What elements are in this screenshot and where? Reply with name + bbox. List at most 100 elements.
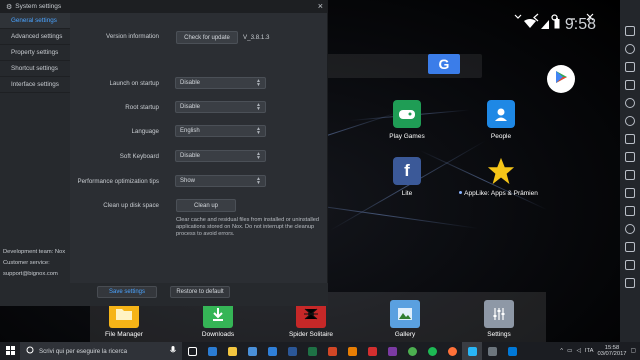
check-update-button[interactable]: Check for update [176, 31, 238, 44]
android-status-indicators: 9:58 [523, 16, 596, 34]
app-applike[interactable]: AppLike: Apps & Prämien [456, 157, 546, 197]
tray-chevron-icon[interactable]: ^ [560, 348, 563, 354]
fullscreen-icon[interactable] [625, 26, 635, 36]
system-settings-dialog: ⚙ System settings × General settings Adv… [0, 0, 328, 306]
powerpoint-icon[interactable] [322, 342, 342, 360]
vpn-icon[interactable] [482, 342, 502, 360]
nox-icon[interactable] [462, 342, 482, 360]
taskbar-search-box[interactable]: Scrivi qui per eseguire la ricerca [20, 342, 182, 360]
version-label: Version information [106, 33, 159, 40]
dock-label: File Manager [105, 331, 143, 338]
development-team: Development team: Nox [3, 249, 66, 255]
tab-general-settings[interactable]: General settings [0, 13, 70, 29]
save-settings-button[interactable]: Save settings [97, 286, 157, 298]
edge-browser-icon[interactable] [202, 342, 222, 360]
chevron-down-icon[interactable] [512, 11, 524, 23]
cleanup-label: Clean up disk space [103, 202, 159, 209]
volume-down-icon[interactable] [625, 116, 635, 126]
search-placeholder: Scrivi qui per eseguire la ricerca [39, 347, 128, 355]
app-label: People [490, 133, 512, 140]
language-select[interactable]: English ▲ ▼ [175, 125, 266, 137]
performance-tips-select[interactable]: Show ▲ ▼ [175, 175, 266, 187]
pdf-icon[interactable] [362, 342, 382, 360]
app-play-games[interactable]: Play Games [362, 100, 452, 140]
gear-icon: ⚙ [6, 3, 13, 11]
more-icon[interactable] [625, 224, 635, 234]
battery-icon [554, 16, 560, 34]
windows-logo-icon [5, 342, 15, 360]
dialog-titlebar: ⚙ System settings × [0, 0, 327, 13]
signal-icon [540, 16, 549, 34]
facebook-glyph: f [404, 161, 410, 180]
onenote-icon[interactable] [382, 342, 402, 360]
back-nav-icon[interactable] [625, 278, 635, 288]
file-explorer-icon[interactable] [222, 342, 242, 360]
play-store-icon [555, 70, 568, 89]
spinner-arrows-icon: ▲ ▼ [256, 151, 261, 161]
input-language[interactable]: ITA [585, 348, 594, 354]
mail-icon[interactable] [262, 342, 282, 360]
keyboard-icon[interactable] [625, 62, 635, 72]
taskbar-clock[interactable]: 15:58 03/07/2017 [598, 345, 627, 358]
facebook-icon: f [393, 157, 421, 185]
soft-keyboard-select[interactable]: Disable ▲ ▼ [175, 150, 266, 162]
tab-shortcut-settings[interactable]: Shortcut settings [0, 61, 70, 77]
tab-property-settings[interactable]: Property settings [0, 45, 70, 61]
location-icon[interactable] [625, 44, 635, 54]
volume-up-icon[interactable] [625, 98, 635, 108]
screenshot-icon[interactable] [625, 80, 635, 90]
spinner-arrows-icon: ▲ ▼ [256, 78, 261, 88]
dock-label: Spider Solitaire [288, 331, 334, 338]
settings-sliders-icon [484, 300, 514, 328]
launch-startup-select[interactable]: Disable ▲ ▼ [175, 77, 266, 89]
app-people[interactable]: People [456, 100, 546, 140]
wifi-icon [523, 16, 536, 34]
people-icon [487, 100, 515, 128]
close-icon[interactable]: × [318, 1, 323, 11]
speaker-icon[interactable]: ◁ [576, 348, 580, 354]
apk-install-icon[interactable] [625, 134, 635, 144]
language-label: Language [131, 128, 159, 135]
start-button[interactable] [0, 342, 20, 360]
restore-default-button[interactable]: Restore to default [170, 286, 230, 298]
microphone-icon[interactable] [170, 346, 176, 356]
rotate-icon[interactable] [625, 206, 635, 216]
task-view-icon[interactable] [182, 342, 202, 360]
spotify-icon[interactable] [422, 342, 442, 360]
record-icon[interactable] [625, 170, 635, 180]
home-icon[interactable] [625, 260, 635, 270]
support-email: support@bignox.com [3, 271, 58, 277]
gallery-icon [390, 300, 420, 328]
menu-icon[interactable] [625, 242, 635, 252]
select-value: Disable [180, 153, 201, 159]
app-label: Play Games [389, 133, 425, 140]
google-search-button[interactable]: G [428, 54, 460, 74]
windows-taskbar: Scrivi qui per eseguire la ricerca ^ ▭ ◁… [0, 342, 640, 360]
photos-icon[interactable] [502, 342, 522, 360]
app-facebook-lite[interactable]: f Lite [362, 157, 452, 197]
spinner-arrows-icon: ▲ ▼ [256, 102, 261, 112]
nox-side-toolbar [620, 0, 640, 342]
notifications-icon[interactable]: ▢ [631, 348, 636, 354]
multi-instance-icon[interactable] [625, 188, 635, 198]
excel-icon[interactable] [302, 342, 322, 360]
chrome-icon[interactable] [402, 342, 422, 360]
version-value: V_3.8.1.3 [243, 34, 270, 41]
network-icon[interactable]: ▭ [567, 348, 572, 354]
dock-settings[interactable]: Settings [459, 300, 539, 338]
play-store-button[interactable] [547, 65, 575, 93]
select-value: English [180, 128, 200, 134]
clean-up-button[interactable]: Clean up [176, 199, 236, 212]
firefox-icon[interactable] [442, 342, 462, 360]
android-clock: 9:58 [564, 16, 596, 33]
dock-gallery[interactable]: Gallery [365, 300, 445, 338]
root-startup-select[interactable]: Disable ▲ ▼ [175, 101, 266, 113]
shake-icon[interactable] [625, 152, 635, 162]
store-icon[interactable] [242, 342, 262, 360]
select-value: Show [180, 178, 196, 184]
spinner-arrows-icon: ▲ ▼ [256, 176, 261, 186]
media-player-icon[interactable] [342, 342, 362, 360]
word-icon[interactable] [282, 342, 302, 360]
dock-label: Gallery [394, 331, 416, 338]
applike-star-icon [487, 157, 515, 185]
